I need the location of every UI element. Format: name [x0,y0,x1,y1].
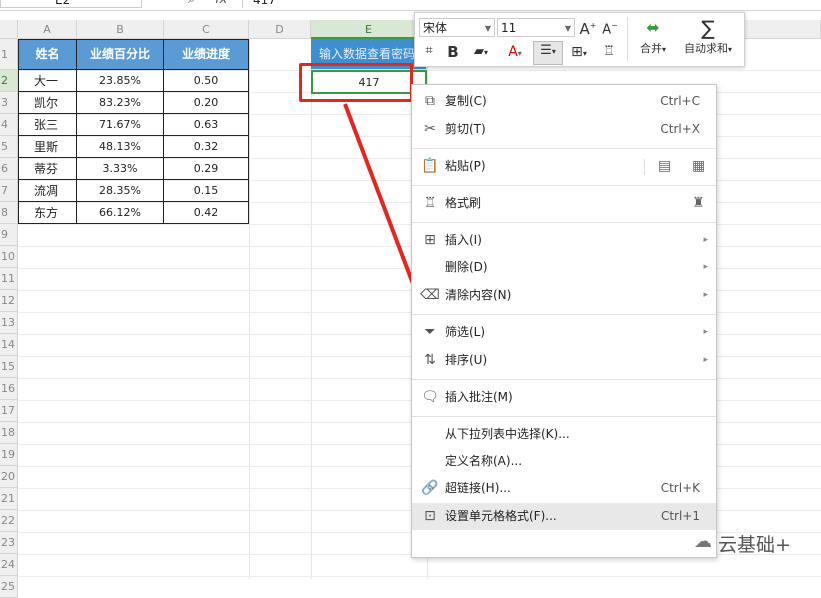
merge-arrow: ▾ [661,45,666,54]
chevron-right-icon: ▸ [703,290,708,300]
font-select[interactable]: 宋体 ▼ [419,18,495,37]
font-color-icon[interactable]: A▾ [501,43,529,63]
menu-separator [412,314,716,315]
menu-item-hyperlink[interactable]: 🔗 超链接(H)... Ctrl+K [412,475,716,502]
menu-separator [412,379,716,380]
menu-item-define-name[interactable]: 定义名称(A)... [412,448,716,475]
comment-icon: 🗨 [421,389,439,405]
chevron-right-icon: ▸ [703,327,708,337]
toolbar-divider [627,17,628,61]
menu-shortcut: Ctrl+1 [660,509,700,523]
chevron-down-icon: ▼ [484,24,491,33]
font-name: 宋体 [423,21,448,35]
chevron-right-icon: ▸ [703,355,708,365]
shrink-glyph: A [602,22,612,38]
menu-label: 剪切(T) [445,122,486,136]
chevron-right-icon: ▸ [703,235,708,245]
menu-item-filter[interactable]: ⏷ 筛选(L) ▸ [412,319,716,346]
wechat-icon: ☁ [694,531,712,552]
link-icon: 🔗 [421,480,439,496]
menu-shortcut: Ctrl+X [660,122,700,136]
copy-icon: ⧉ [425,93,435,109]
size-select[interactable]: 11 ▼ [497,18,575,37]
sort-icon: ⇅ [424,352,436,368]
menu-divider [644,159,645,175]
autosum-label: 自动求和 [683,42,728,55]
mini-toolbar: 宋体 ▼ 11 ▼ A+ A− ⌗ B ▰▾ A▾ ☰▾ ⊞▾ ♖ ⬌ 合并▾ … [414,12,745,67]
menu-label: 从下拉列表中选择(K)... [445,427,570,441]
context-menu: ⧉ 复制(C) Ctrl+C ✂ 剪切(T) Ctrl+X 📋 粘贴(P) ▤ … [411,84,717,558]
menu-label: 复制(C) [445,94,487,108]
paste-text-icon[interactable]: ▤ [658,153,671,180]
format-cells-icon: ⊡ [424,508,436,524]
fill-color-icon[interactable]: ▰▾ [467,43,495,62]
menu-separator [412,148,716,149]
menu-label: 设置单元格格式(F)... [445,509,557,523]
menu-item-comment[interactable]: 🗨 插入批注(M) [412,384,716,411]
menu-item-sort[interactable]: ⇅ 排序(U) ▸ [412,347,716,374]
filter-icon: ⏷ [424,324,436,340]
menu-separator [412,185,716,186]
watermark-text: 云基础+ [718,534,791,556]
format-brush-icon[interactable]: ♖ [599,43,619,61]
menu-label: 超链接(H)... [445,481,511,495]
row-header[interactable]: 25 [0,576,18,598]
menu-label: 清除内容(N) [445,288,512,302]
paste-icon: 📋 [421,158,439,174]
menu-shortcut: Ctrl+K [660,481,700,495]
eraser-icon: ⌫ [420,287,440,303]
chevron-right-icon: ▸ [703,262,708,272]
merge-label: 合并 [639,42,662,55]
merge-icon: ⬌ [646,18,660,37]
paste-special-icon[interactable]: ▦ [692,153,705,180]
chevron-down-icon: ▼ [564,24,571,33]
menu-item-paste[interactable]: 📋 粘贴(P) ▤ ▦ [412,153,716,180]
menu-item-insert[interactable]: ⊞ 插入(I) ▸ [412,227,716,254]
menu-label: 定义名称(A)... [445,454,523,468]
menu-item-format-cells[interactable]: ⊡ 设置单元格格式(F)... Ctrl+1 [412,503,716,530]
menu-item-delete[interactable]: 删除(D) ▸ [412,254,716,281]
menu-label: 筛选(L) [445,325,486,339]
menu-item-pick-list[interactable]: 从下拉列表中选择(K)... [412,421,716,448]
brush-icon[interactable]: ♜ [692,190,705,217]
insert-icon: ⊞ [424,232,436,248]
menu-shortcut: Ctrl+C [660,94,700,108]
border-icon[interactable]: ⊞▾ [565,43,593,63]
merge-button[interactable]: ⬌ 合并▾ [632,18,674,57]
table-style-icon[interactable]: ⌗ [419,42,439,60]
autosum-arrow: ▾ [727,45,732,54]
menu-separator [412,416,716,417]
font-grow-icon[interactable]: A+ [579,17,597,38]
menu-item-copy[interactable]: ⧉ 复制(C) Ctrl+C [412,88,716,115]
menu-label: 粘贴(P) [445,159,486,173]
menu-separator [412,222,716,223]
menu-label: 插入批注(M) [445,390,513,404]
scissors-icon: ✂ [424,121,436,137]
watermark: ☁ 云基础+ [694,530,791,557]
font-size-value: 11 [501,21,517,35]
menu-label: 插入(I) [445,233,482,247]
format-brush-icon: ♖ [423,195,437,211]
menu-item-cut[interactable]: ✂ 剪切(T) Ctrl+X [412,116,716,143]
font-shrink-icon[interactable]: A− [601,17,619,39]
menu-label: 排序(U) [445,353,488,367]
autosum-button[interactable]: ∑ 自动求和▾ [677,18,739,57]
menu-label: 格式刷 [445,196,482,210]
align-center-icon[interactable]: ☰▾ [533,41,563,65]
sigma-icon: ∑ [701,16,715,40]
menu-item-format-painter[interactable]: ♖ 格式刷 ♜ [412,190,716,217]
grow-glyph: A [579,20,590,38]
menu-label: 删除(D) [445,260,488,274]
menu-item-clear[interactable]: ⌫ 清除内容(N) ▸ [412,282,716,309]
bold-button[interactable]: B [443,43,463,61]
